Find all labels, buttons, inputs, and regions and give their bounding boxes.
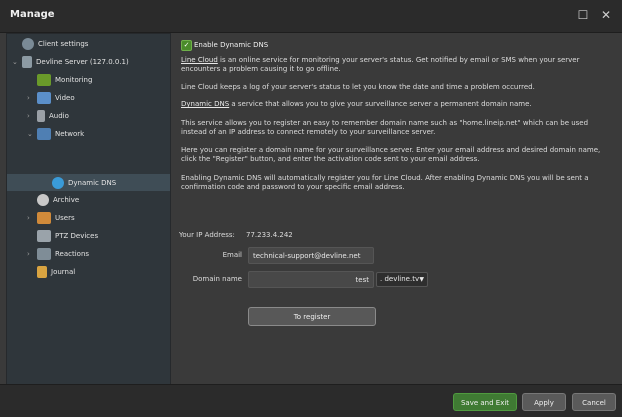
sidebar-item-label: PTZ Devices [55,232,99,240]
ptz-icon [37,230,51,242]
domain-name-label: Domain name [192,275,242,283]
sidebar-item-client-settings[interactable]: Client settings [22,36,88,52]
collapse-arrow-icon[interactable]: ⌄ [12,54,18,70]
sidebar-item-label: Journal [51,268,76,276]
globe-icon [52,177,64,189]
domain-name-field[interactable]: test [248,271,374,288]
sidebar-item-archive[interactable]: Archive [37,192,79,208]
monitoring-icon [37,74,51,86]
sidebar-item-journal[interactable]: Journal [37,264,75,280]
sidebar-item-monitoring[interactable]: Monitoring [37,72,92,88]
ip-address-value: 77.233.4.242 [246,231,293,239]
line-cloud-text: is an online service for monitoring your… [181,56,580,73]
collapse-arrow-icon[interactable]: ⌄ [27,126,33,142]
sidebar-item-label: Reactions [55,250,90,258]
sidebar-item-server[interactable]: ⌄ Devline Server (127.0.0.1) [12,54,129,70]
sidebar-item-label: Dynamic DNS [68,179,117,187]
service-description-text: This service allows you to register an e… [181,119,589,136]
dropdown-arrow-icon: ▼ [419,276,424,283]
enable-notice-text: Enabling Dynamic DNS will automatically … [181,174,589,191]
enable-dynamic-dns-label: Enable Dynamic DNS [194,41,269,49]
enable-dynamic-dns-checkbox[interactable]: ✓ [181,40,192,51]
expand-arrow-icon[interactable]: › [27,108,30,124]
title-bar: Manage ☐ ✕ [0,0,622,33]
line-cloud-description: Line Cloud is an online service for moni… [181,56,606,74]
microphone-icon [37,110,45,122]
apply-button[interactable]: Apply [522,393,566,411]
expand-arrow-icon[interactable]: › [27,210,30,226]
close-icon[interactable]: ✕ [598,7,614,23]
sidebar-item-label: Client settings [38,40,89,48]
video-icon [37,92,51,104]
dynamic-dns-description: Dynamic DNS a service that allows you to… [181,100,606,109]
expand-arrow-icon[interactable]: › [27,246,30,262]
line-cloud-log-text: Line Cloud keeps a log of your server's … [181,83,535,91]
line-cloud-link[interactable]: Line Cloud [181,56,218,64]
sidebar-item-label: Archive [53,196,80,204]
sidebar-item-dynamic-dns[interactable]: Dynamic DNS [52,175,116,191]
ip-address-label: Your IP Address: [179,231,235,239]
domain-suffix-select[interactable]: . devline.tv ▼ [376,272,428,287]
register-button[interactable]: To register [248,307,376,326]
email-field[interactable]: technical-support@devline.net [248,247,374,264]
sidebar-item-audio[interactable]: › Audio [27,108,69,124]
dynamic-dns-link[interactable]: Dynamic DNS [181,100,229,108]
sidebar-item-label: Network [55,130,85,138]
sidebar-item-reactions[interactable]: › Reactions [27,246,90,262]
reactions-icon [37,248,51,260]
domain-suffix-value: . devline.tv [380,275,420,283]
sidebar-item-network[interactable]: ⌄ Network [27,126,85,142]
sidebar-item-label: Users [55,214,75,222]
dynamic-dns-text: a service that allows you to give your s… [229,100,532,108]
sidebar-item-users[interactable]: › Users [27,210,75,226]
sidebar-item-label: Audio [49,112,69,120]
settings-tree: Client settings ⌄ Devline Server (127.0.… [6,33,171,385]
window-title: Manage [10,9,55,20]
server-icon [22,56,32,68]
archive-icon [37,194,49,206]
network-icon [37,128,51,140]
expand-arrow-icon[interactable]: › [27,90,30,106]
cancel-button[interactable]: Cancel [572,393,616,411]
footer-bar: Save and Exit Apply Cancel [0,384,622,417]
dynamic-dns-panel: ✓ Enable Dynamic DNS Line Cloud is an on… [174,33,622,383]
sidebar-item-label: Devline Server (127.0.0.1) [36,58,129,66]
sidebar-item-ptz-devices[interactable]: PTZ Devices [37,228,98,244]
gear-icon [22,38,34,50]
sidebar-item-video[interactable]: › Video [27,90,75,106]
email-label: Email [222,251,242,259]
save-and-exit-button[interactable]: Save and Exit [453,393,517,411]
journal-icon [37,266,47,278]
maximize-icon[interactable]: ☐ [575,7,591,23]
register-instructions-text: Here you can register a domain name for … [181,146,601,163]
sidebar-item-label: Monitoring [55,76,93,84]
users-icon [37,212,51,224]
sidebar-item-label: Video [55,94,75,102]
